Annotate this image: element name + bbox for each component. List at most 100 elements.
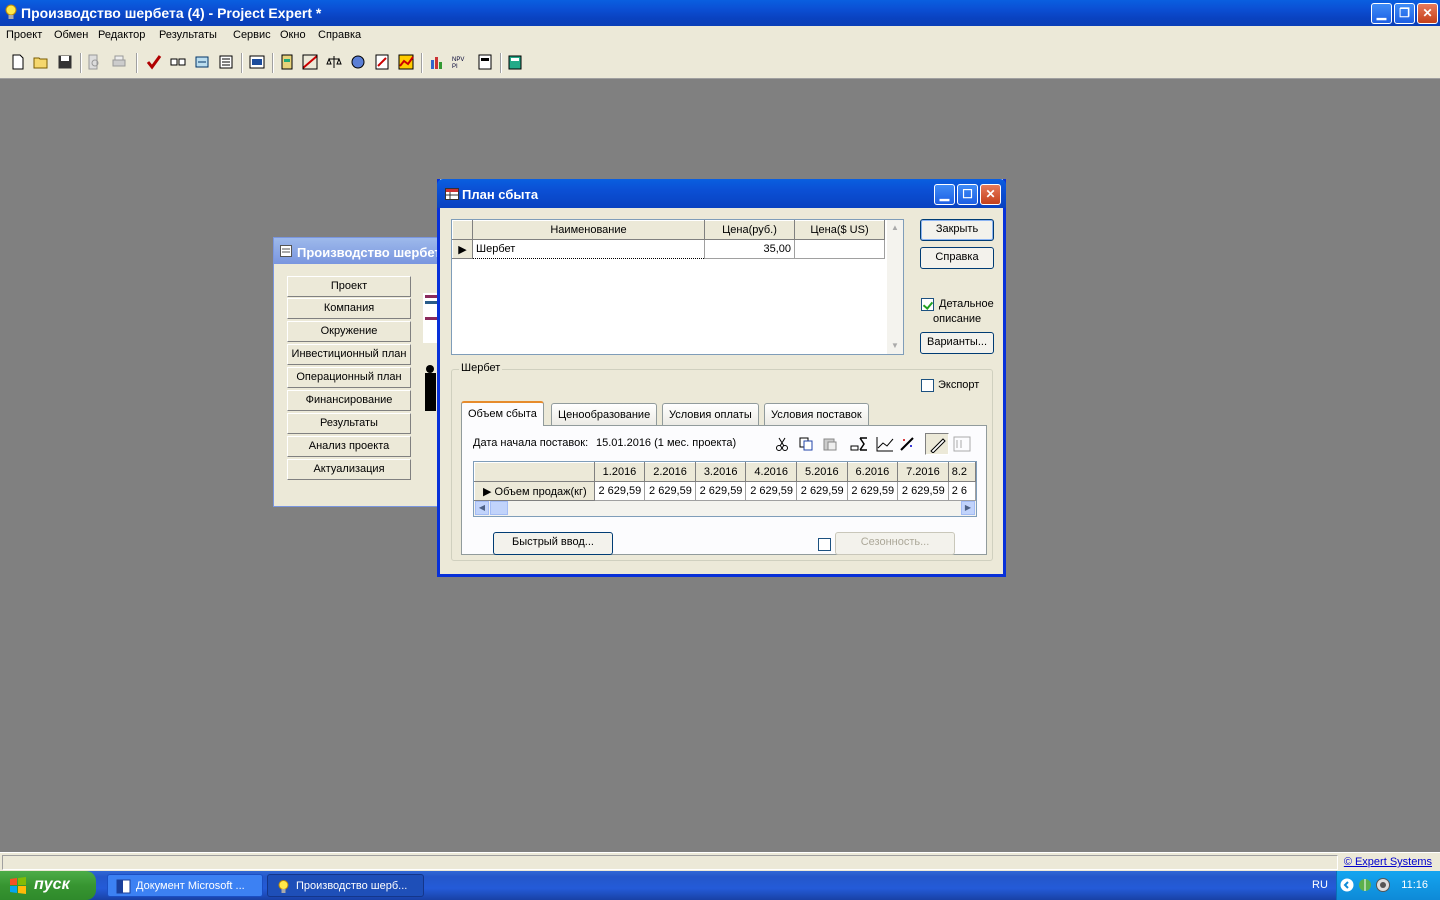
- volume-grid[interactable]: 1.2016 2.2016 3.2016 4.2016 5.2016 6.201…: [473, 461, 977, 517]
- cell-price-usd[interactable]: [794, 239, 885, 259]
- tab-payment-terms[interactable]: Условия оплаты: [662, 403, 759, 425]
- print-icon[interactable]: [111, 54, 127, 70]
- restore-button[interactable]: ❐: [1394, 3, 1415, 24]
- scroll-right-icon[interactable]: ▶: [961, 501, 975, 515]
- line-chart-icon[interactable]: [876, 436, 894, 452]
- menu-exchange[interactable]: Обмен: [54, 29, 88, 41]
- scroll-up-icon[interactable]: ▲: [888, 221, 902, 235]
- close-button[interactable]: ✕: [1417, 3, 1438, 24]
- menu-project[interactable]: Проект: [6, 29, 42, 41]
- tab-delivery-terms[interactable]: Условия поставок: [764, 403, 869, 425]
- save-icon[interactable]: [57, 54, 73, 70]
- table-row[interactable]: ▶ Объем продаж(кг) 2 629,59 2 629,59 2 6…: [474, 481, 976, 501]
- dialog-minimize-button[interactable]: ▁: [934, 184, 955, 205]
- scroll-down-icon[interactable]: ▼: [888, 339, 902, 353]
- volume-cell[interactable]: 2 629,59: [897, 481, 949, 501]
- minimize-button[interactable]: ▁: [1371, 3, 1392, 24]
- edit-mode-toggle[interactable]: [925, 433, 949, 455]
- formula-icon[interactable]: [953, 436, 971, 452]
- magic-wand-icon[interactable]: [899, 436, 917, 452]
- volume-cell[interactable]: 2 629,59: [846, 481, 899, 501]
- cell-product-name[interactable]: Шербет: [472, 239, 705, 259]
- export-checkbox[interactable]: [921, 379, 934, 392]
- column-header-price-usd[interactable]: Цена($ US): [794, 220, 885, 240]
- variants-button[interactable]: Варианты...: [920, 332, 994, 354]
- month-header[interactable]: 3.2016: [694, 462, 747, 482]
- month-header[interactable]: 5.2016: [796, 462, 848, 482]
- nav-project-analysis[interactable]: Анализ проекта: [287, 436, 411, 457]
- nav-company[interactable]: Компания: [287, 298, 411, 319]
- cut-icon[interactable]: [774, 436, 790, 452]
- open-folder-icon[interactable]: [33, 54, 49, 70]
- menu-results[interactable]: Результаты: [159, 29, 217, 41]
- month-header[interactable]: 6.2016: [846, 462, 899, 482]
- month-header[interactable]: 2.2016: [644, 462, 696, 482]
- detail-description-checkbox[interactable]: [921, 298, 934, 311]
- tab-pricing[interactable]: Ценообразование: [551, 403, 658, 425]
- dialog-close-button[interactable]: ✕: [980, 184, 1001, 205]
- app-title-bar[interactable]: Производство шербета (4) - Project Exper…: [0, 0, 1440, 26]
- start-button[interactable]: пуск: [0, 871, 96, 900]
- taskbar-item-project-expert[interactable]: Производство шерб...: [267, 874, 424, 897]
- nav-investment-plan[interactable]: Инвестиционный план: [287, 344, 411, 365]
- security-icon[interactable]: [1375, 877, 1391, 893]
- products-grid[interactable]: Наименование Цена(руб.) Цена($ US) ▶ Шер…: [451, 219, 904, 355]
- nav-operational-plan[interactable]: Операционный план: [287, 367, 411, 388]
- fill-sigma-icon[interactable]: [850, 436, 870, 452]
- column-header-price-rub[interactable]: Цена(руб.): [704, 220, 795, 240]
- graph-icon[interactable]: [398, 54, 414, 70]
- volume-cell[interactable]: 2 629,59: [796, 481, 848, 501]
- exchange-icon[interactable]: [194, 54, 210, 70]
- copy-icon[interactable]: [798, 436, 814, 452]
- month-header[interactable]: 1.2016: [593, 462, 646, 482]
- column-header-name[interactable]: Наименование: [472, 220, 705, 240]
- volume-cell[interactable]: 2 629,59: [694, 481, 747, 501]
- seasonality-checkbox[interactable]: [818, 538, 831, 551]
- sales-plan-title-bar[interactable]: План сбыта ▁ ☐ ✕: [437, 179, 1006, 208]
- analysis-icon[interactable]: [350, 54, 366, 70]
- scroll-left-icon[interactable]: ◀: [475, 501, 489, 515]
- npv-icon[interactable]: NPVPI: [452, 54, 468, 70]
- nav-financing[interactable]: Финансирование: [287, 390, 411, 411]
- volume-cell[interactable]: 2 629,59: [593, 481, 646, 501]
- dialog-maximize-button[interactable]: ☐: [957, 184, 978, 205]
- menu-service[interactable]: Сервис: [233, 29, 271, 41]
- table-row[interactable]: ▶ Шербет 35,00: [452, 239, 885, 259]
- checklist-icon[interactable]: [170, 54, 186, 70]
- report-icon[interactable]: [279, 54, 295, 70]
- seasonality-button[interactable]: Сезонность...: [835, 532, 955, 555]
- close-dialog-button[interactable]: Закрыть: [920, 219, 994, 241]
- chart-report-icon[interactable]: [374, 54, 390, 70]
- calculator-icon[interactable]: [507, 54, 523, 70]
- nav-environment[interactable]: Окружение: [287, 321, 411, 342]
- project-window-title-bar[interactable]: Производство шербет: [274, 238, 442, 264]
- volume-cell[interactable]: 2 629,59: [745, 481, 798, 501]
- balance-icon[interactable]: [326, 54, 342, 70]
- structure-icon[interactable]: [477, 54, 493, 70]
- menu-window[interactable]: Окно: [280, 29, 306, 41]
- new-file-icon[interactable]: [10, 54, 26, 70]
- taskbar-item-word[interactable]: Документ Microsoft ...: [107, 874, 263, 897]
- menu-editor[interactable]: Редактор: [98, 29, 145, 41]
- expert-systems-link[interactable]: © Expert Systems: [1344, 856, 1432, 868]
- menu-help[interactable]: Справка: [318, 29, 361, 41]
- scroll-thumb[interactable]: [490, 501, 508, 515]
- list-icon[interactable]: [218, 54, 234, 70]
- paste-icon[interactable]: [822, 436, 838, 452]
- print-preview-icon[interactable]: [86, 54, 102, 70]
- month-header[interactable]: 8.2: [947, 462, 976, 482]
- window-icon[interactable]: [249, 54, 265, 70]
- nav-actualization[interactable]: Актуализация: [287, 459, 411, 480]
- help-button[interactable]: Справка: [920, 247, 994, 269]
- volume-cell[interactable]: 2 629,59: [644, 481, 696, 501]
- quick-input-button[interactable]: Быстрый ввод...: [493, 532, 613, 555]
- horizontal-scrollbar[interactable]: ◀ ▶: [474, 501, 976, 516]
- check-icon[interactable]: [146, 54, 162, 70]
- tab-sales-volume[interactable]: Объем сбыта: [461, 401, 544, 426]
- network-icon[interactable]: [1357, 877, 1373, 893]
- month-header[interactable]: 4.2016: [745, 462, 798, 482]
- cell-price-rub[interactable]: 35,00: [704, 239, 795, 259]
- nav-results[interactable]: Результаты: [287, 413, 411, 434]
- bar-chart-icon[interactable]: [429, 54, 445, 70]
- month-header[interactable]: 7.2016: [897, 462, 949, 482]
